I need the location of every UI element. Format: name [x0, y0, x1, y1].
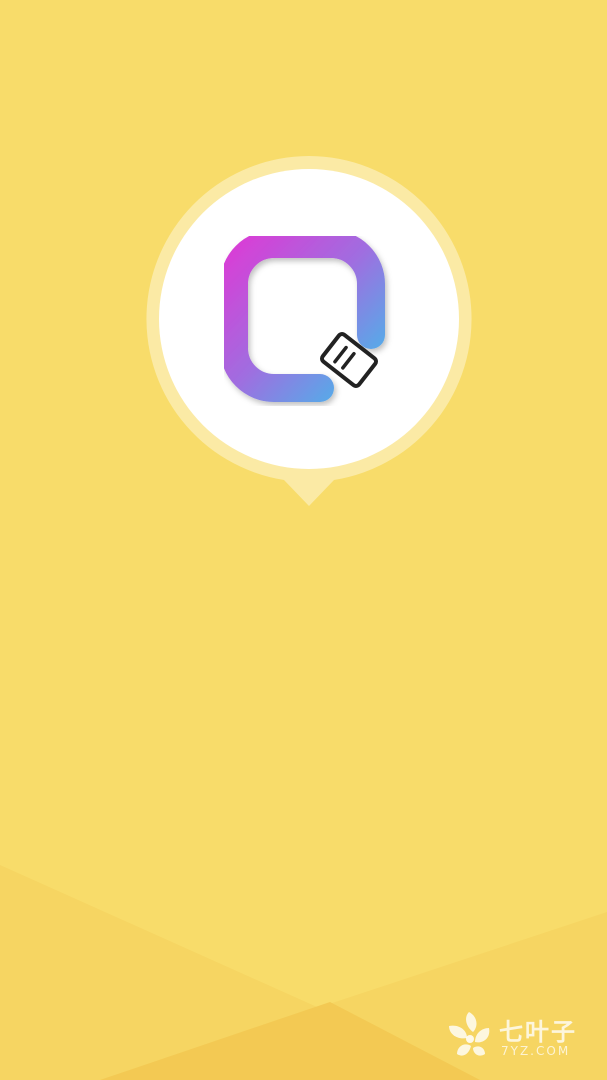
watermark-title: 七叶子	[499, 1018, 577, 1046]
leaf-logo-icon	[449, 1012, 490, 1056]
watermark: 七叶子 7YZ.COM	[443, 1008, 593, 1062]
splash-screen: 七叶子 7YZ.COM	[0, 0, 607, 1080]
app-logo-icon	[224, 236, 385, 402]
watermark-domain: 7YZ.COM	[501, 1044, 571, 1058]
